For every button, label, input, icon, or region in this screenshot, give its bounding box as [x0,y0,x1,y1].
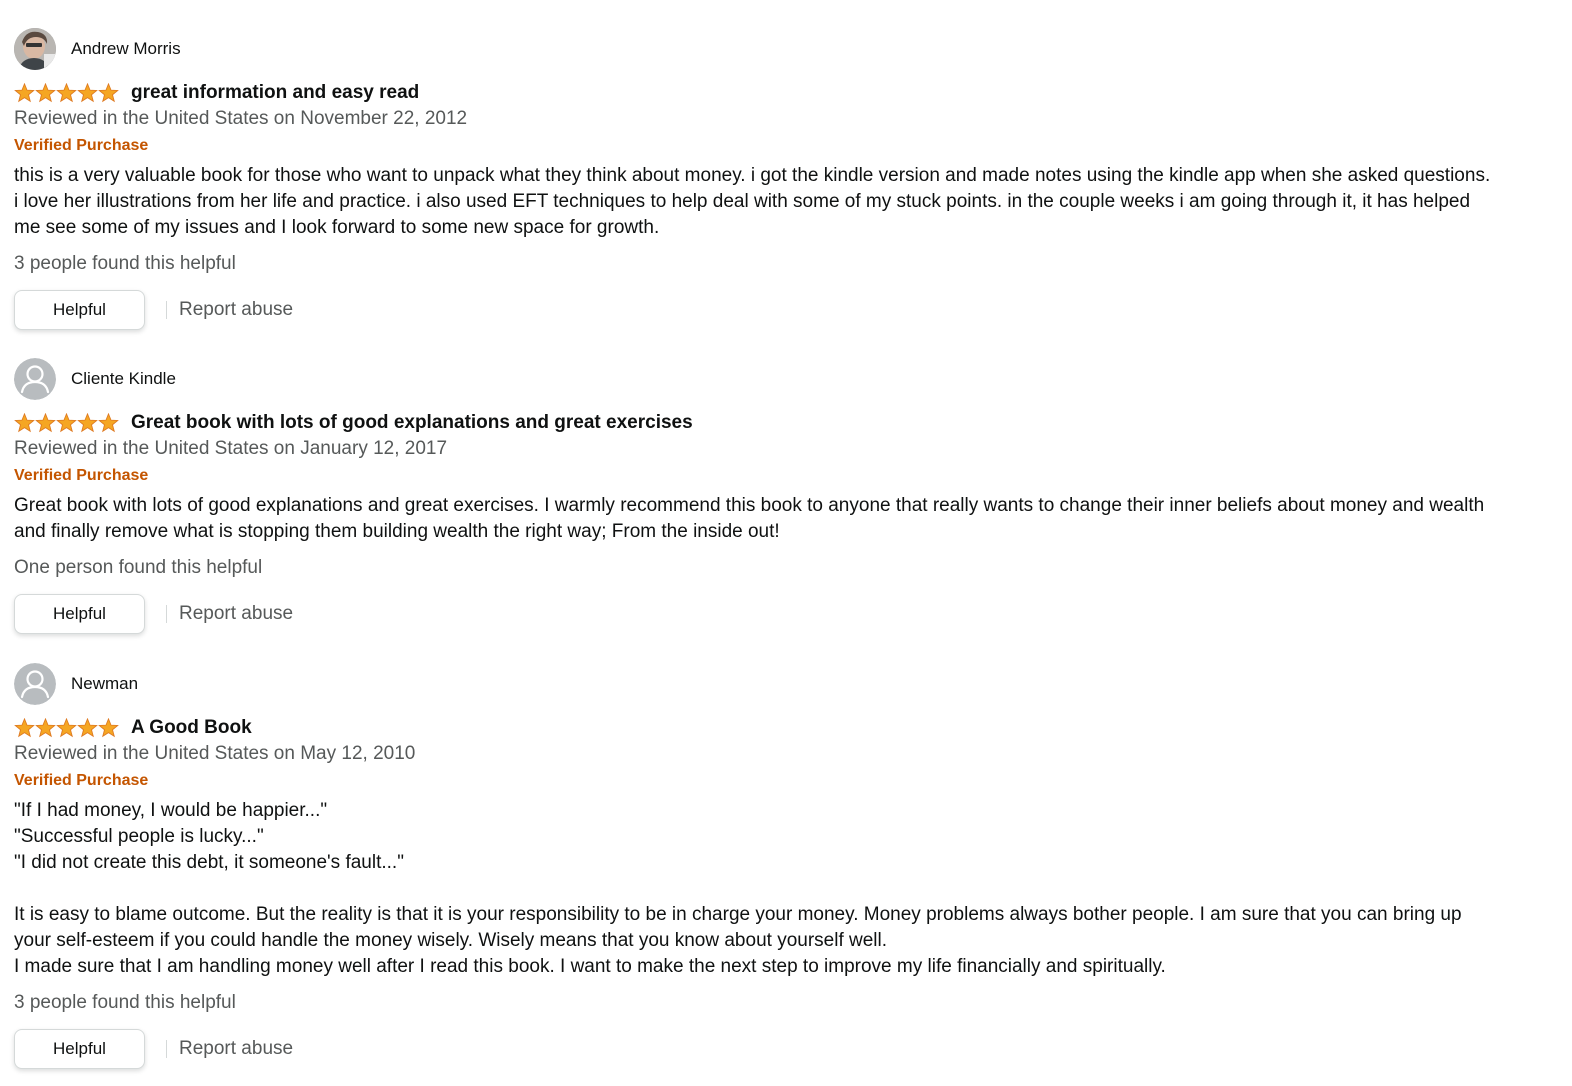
helpful-button[interactable]: Helpful [14,1029,145,1069]
star-rating[interactable] [14,413,119,433]
helpful-count: One person found this helpful [14,557,263,578]
helpful-count: 3 people found this helpful [14,253,236,274]
review-title[interactable]: A Good Book [131,715,252,741]
review-date: Reviewed in the United States on January… [14,438,448,459]
report-abuse-link[interactable]: Report abuse [179,297,293,323]
star-icon [77,83,98,103]
verified-purchase-badge[interactable]: Verified Purchase [14,463,1514,489]
star-icon [35,413,56,433]
reviewer-name: Cliente Kindle [71,369,176,388]
star-icon [56,718,77,738]
report-abuse-link[interactable]: Report abuse [179,1036,293,1062]
star-icon [14,413,35,433]
review-date: Reviewed in the United States on Novembe… [14,108,468,129]
review-body: this is a very valuable book for those w… [14,165,1491,238]
star-rating[interactable] [14,83,119,103]
star-icon [98,83,119,103]
reviewer-profile[interactable]: Newman [14,663,1514,705]
review-body: "If I had money, I would be happier..." … [14,800,1462,977]
star-rating[interactable] [14,718,119,738]
reviews-page: Andrew Morris great information and easy… [0,0,1572,1086]
reviewer-photo-icon [14,28,56,70]
divider [166,605,167,623]
helpful-button[interactable]: Helpful [14,594,145,634]
helpful-count: 3 people found this helpful [14,992,236,1013]
review-date: Reviewed in the United States on May 12,… [14,743,416,764]
star-icon [14,718,35,738]
divider [166,301,167,319]
reviewer-profile[interactable]: Andrew Morris [14,28,1514,70]
star-icon [35,83,56,103]
star-icon [98,413,119,433]
default-user-icon [14,663,56,705]
divider [166,1040,167,1058]
default-user-icon [14,358,56,400]
reviewer-name: Newman [71,674,139,693]
verified-purchase-badge[interactable]: Verified Purchase [14,133,1514,159]
review-title[interactable]: Great book with lots of good explanation… [131,410,693,436]
helpful-button[interactable]: Helpful [14,290,145,330]
review-card: Cliente Kindle Great book with lots of g… [14,358,1514,635]
review-title[interactable]: great information and easy read [131,80,419,106]
star-icon [77,413,98,433]
star-icon [14,83,35,103]
verified-purchase-badge[interactable]: Verified Purchase [14,768,1514,794]
review-body: Great book with lots of good explanation… [14,495,1485,542]
review-card: Andrew Morris great information and easy… [14,28,1514,331]
star-icon [56,413,77,433]
star-icon [77,718,98,738]
star-icon [56,83,77,103]
star-icon [98,718,119,738]
review-card: Newman A Good Book Reviewed in the Unite… [14,663,1514,1070]
star-icon [35,718,56,738]
report-abuse-link[interactable]: Report abuse [179,601,293,627]
reviewer-profile[interactable]: Cliente Kindle [14,358,1514,400]
reviewer-name: Andrew Morris [71,39,181,58]
